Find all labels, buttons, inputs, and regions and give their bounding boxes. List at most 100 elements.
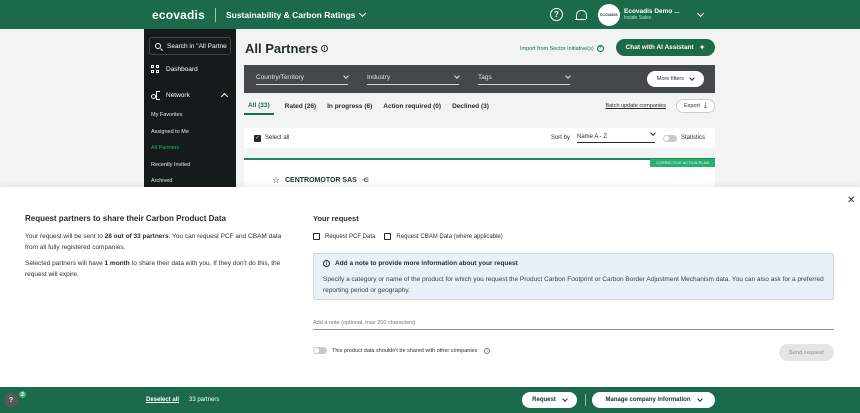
download-icon: ⤓: [703, 102, 707, 109]
notification-badge: 2: [18, 390, 27, 399]
tab-all[interactable]: All (33): [244, 97, 274, 115]
filter-bar: Country/Territory Industry Tags More fil…: [244, 65, 715, 93]
sidebar-item-label: Network: [166, 91, 190, 99]
plus-circle-icon: +: [596, 45, 604, 52]
request-label: Request: [532, 397, 556, 403]
select-all-checkbox[interactable]: ✓: [254, 134, 261, 142]
cbam-option[interactable]: Request CBAM Data (where applicable): [384, 233, 503, 240]
manage-company-info-label: Manage company information: [605, 397, 691, 403]
panel-description-recipients: Your request will be sent to 28 out of 3…: [25, 231, 293, 253]
avatar[interactable]: ECOVADIS: [598, 3, 620, 26]
sort-value: Name A - Z: [576, 133, 607, 140]
industry-filter-label: Industry: [367, 74, 391, 81]
panel-title: Request partners to share their Carbon P…: [25, 214, 226, 223]
sort-select[interactable]: Name A - Z: [576, 129, 656, 143]
export-button[interactable]: Export ⤓: [675, 99, 715, 113]
user-menu[interactable]: Ecovadis Demo ... Inside Sales: [624, 8, 680, 22]
app-switcher[interactable]: Sustainability & Carbon Ratings: [225, 9, 367, 20]
more-filters-label: More filters: [656, 76, 684, 82]
company-row: CENTROMOTOR SAS ⋲: [273, 177, 369, 184]
divider: [585, 394, 586, 406]
pcf-label: Request PCF Data: [325, 233, 376, 240]
chevron-down-icon: [454, 73, 460, 79]
dashboard-icon: [151, 65, 159, 73]
sidebar-item-network[interactable]: Network: [144, 83, 236, 107]
help-icon[interactable]: ?: [550, 8, 563, 21]
deadline-highlight: 1 month: [104, 260, 130, 267]
cbam-label: Request CBAM Data (where applicable): [396, 233, 503, 240]
request-button[interactable]: Request: [522, 392, 577, 408]
sparkle-icon: ✦: [698, 43, 706, 52]
send-request-button[interactable]: Send request: [779, 344, 834, 361]
partner-count-highlight: 28 out of 33 partners: [104, 233, 169, 240]
select-all-label: Select all: [265, 135, 290, 141]
close-icon[interactable]: ✕: [847, 195, 855, 206]
no-share-label: This product data shouldn't be shared wi…: [332, 347, 478, 354]
company-name[interactable]: CENTROMOTOR SAS: [285, 177, 357, 184]
statistics-switch[interactable]: [662, 134, 677, 142]
sidebar-item-assigned-to-me[interactable]: Assigned to Me: [144, 124, 236, 141]
chevron-up-icon: [220, 92, 229, 101]
statistics-label: Statistics: [680, 135, 705, 141]
search-icon: [155, 43, 161, 49]
tab-in-progress[interactable]: In progress (6): [327, 97, 372, 115]
sidebar-item-label: Dashboard: [166, 65, 198, 73]
top-right-controls: ? ECOVADIS Ecovadis Demo ... Inside Sale…: [550, 0, 704, 29]
sidebar-search[interactable]: Search in "All Partne: [149, 37, 231, 55]
pcf-option[interactable]: Request PCF Data: [313, 233, 375, 240]
export-label: Export: [683, 103, 700, 109]
info-icon[interactable]: i: [484, 347, 491, 354]
page-title: All Partners i: [245, 41, 328, 56]
chevron-down-icon[interactable]: [696, 9, 704, 17]
sidebar-item-my-favorites[interactable]: My Favorites: [144, 107, 236, 124]
chat-ai-label: Chat with AI Assistant: [625, 44, 694, 51]
select-all[interactable]: ✓ Select all: [254, 134, 290, 142]
network-icon: [151, 91, 160, 100]
chevron-down-icon: [650, 129, 656, 136]
bell-icon[interactable]: [575, 9, 587, 20]
pcf-checkbox[interactable]: [313, 233, 320, 240]
note-input[interactable]: [313, 317, 834, 330]
hierarchy-icon: ⋲: [361, 178, 369, 184]
tab-rated[interactable]: Rated (26): [285, 97, 316, 115]
help-widget[interactable]: ? 2: [4, 390, 27, 407]
user-role: Inside Sales: [624, 15, 652, 22]
sidebar-item-recently-invited[interactable]: Recently Invited: [144, 157, 236, 174]
sidebar-item-dashboard[interactable]: Dashboard: [144, 57, 236, 81]
user-name: Ecovadis Demo ...: [624, 7, 680, 15]
tab-declined[interactable]: Declined (3): [452, 97, 489, 115]
batch-update-link[interactable]: Batch update companies: [605, 103, 666, 109]
info-icon: i: [323, 260, 330, 267]
request-options: Request PCF Data Request CBAM Data (wher…: [313, 233, 503, 240]
tags-filter-label: Tags: [478, 74, 492, 81]
tags-filter[interactable]: Tags: [478, 73, 571, 85]
page-title-text: All Partners: [245, 41, 318, 56]
main-content: All Partners i Import from Sector Initia…: [236, 29, 724, 189]
sidebar-item-all-partners[interactable]: All Partners: [144, 140, 236, 157]
more-filters-button[interactable]: More filters: [646, 71, 704, 87]
manage-company-info-button[interactable]: Manage company information: [592, 392, 715, 408]
statistics-toggle[interactable]: Statistics: [662, 134, 705, 142]
app-title: Sustainability & Carbon Ratings: [225, 9, 356, 20]
country-filter-label: Country/Territory: [256, 74, 305, 81]
info-icon[interactable]: i: [320, 45, 328, 52]
panel-description-deadline: Selected partners will have 1 month to s…: [25, 258, 293, 280]
cbam-checkbox[interactable]: [384, 233, 392, 240]
industry-filter[interactable]: Industry: [367, 73, 460, 85]
country-filter[interactable]: Country/Territory: [256, 73, 349, 85]
tab-action-required[interactable]: Action required (0): [383, 97, 441, 115]
top-bar: ecovadis Sustainability & Carbon Ratings…: [0, 0, 860, 29]
ecovadis-logo[interactable]: ecovadis: [152, 8, 205, 22]
text-fragment: Selected partners will have: [25, 260, 105, 267]
request-section-title: Your request: [313, 214, 359, 223]
info-box-title-text: Add a note to provide more information a…: [335, 260, 518, 267]
chevron-down-icon: [565, 73, 571, 79]
partner-card[interactable]: CORRECTIVE ACTION PLAN ☆ CENTROMOTOR SAS…: [244, 158, 715, 189]
deselect-all-link[interactable]: Deselect all: [146, 397, 179, 403]
chevron-down-icon: [343, 73, 349, 79]
no-share-toggle[interactable]: This product data shouldn't be shared wi…: [313, 347, 491, 354]
help-icon: ?: [8, 396, 14, 404]
import-link[interactable]: Import from Sector Initiative(s) +: [520, 45, 604, 52]
no-share-switch[interactable]: [313, 347, 327, 354]
chat-ai-button[interactable]: Chat with AI Assistant ✦: [616, 39, 715, 56]
